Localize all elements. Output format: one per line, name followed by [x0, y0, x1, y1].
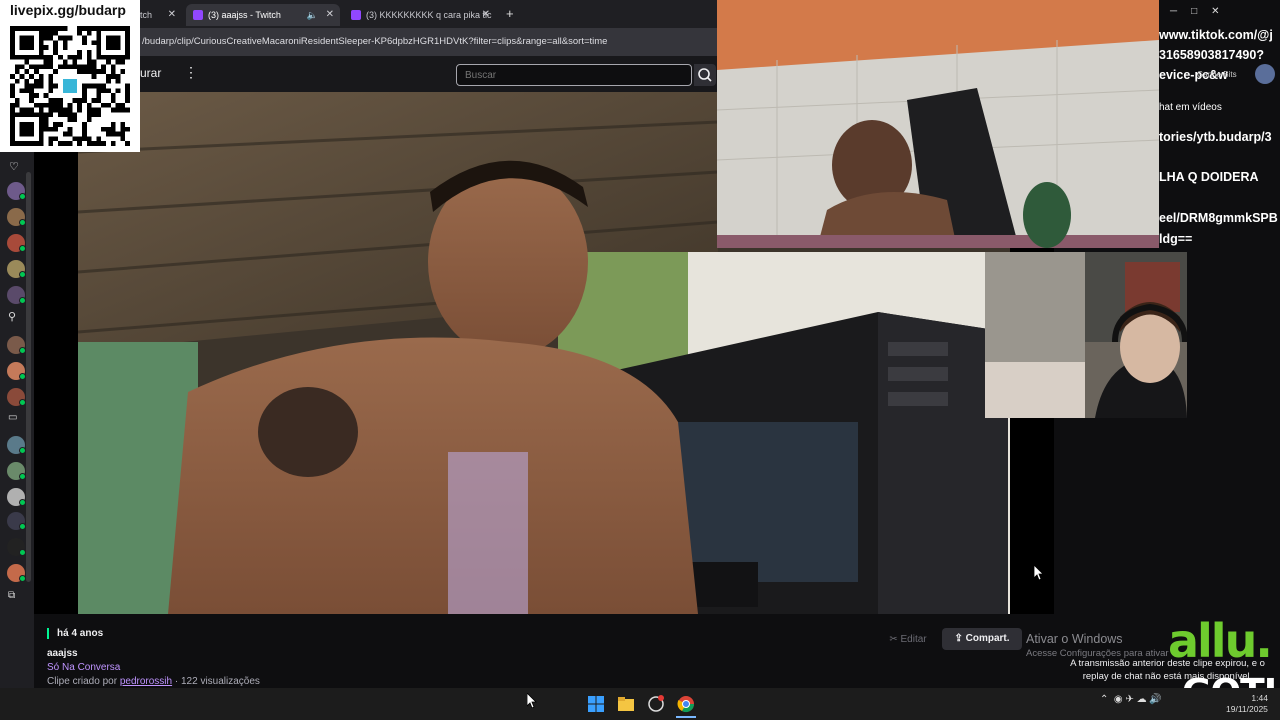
close-icon[interactable]: ✕	[168, 4, 176, 26]
live-indicator	[19, 219, 26, 226]
browser-tab-active[interactable]: (3) aaajss - Twitch 🔈 ✕	[186, 4, 340, 26]
qr-code-icon	[10, 26, 130, 146]
live-indicator	[19, 297, 26, 304]
streamer-webcam	[985, 252, 1187, 418]
close-icon[interactable]: ✕	[482, 4, 490, 26]
category-link[interactable]: Só Na Conversa	[47, 662, 120, 673]
tab-label: (3) aaajss - Twitch	[208, 10, 281, 20]
overlay-line: hat em vídeos	[1159, 102, 1222, 113]
scissors-icon: ✂	[889, 634, 901, 645]
search-icon	[698, 68, 712, 82]
speaker-icon[interactable]: 🔈	[307, 4, 318, 26]
share-icon: ⇪	[954, 633, 966, 644]
webcam-overlay-top	[717, 0, 1159, 248]
windows-taskbar	[0, 688, 1280, 720]
clip-creator-line: Clipe criado por pedrorossih · 122 visua…	[47, 676, 260, 687]
creator-link[interactable]: pedrorossih	[120, 676, 172, 687]
new-tab-button[interactable]: +	[506, 6, 514, 21]
overlay-line: tories/ytb.budarp/3	[1159, 130, 1272, 144]
clip-date: há 4 anos	[47, 628, 103, 639]
mouse-cursor-icon	[1034, 565, 1044, 580]
more-menu-icon[interactable]: ⋮	[184, 64, 198, 81]
window-controls[interactable]: ─□✕	[1170, 6, 1234, 17]
activate-windows-title: Ativar o Windows	[1026, 632, 1123, 646]
creator-prefix: Clipe criado por	[47, 676, 118, 687]
overlay-line: 31658903817490?	[1159, 48, 1264, 62]
view-count: · 122 visualizações	[174, 676, 260, 687]
share-button[interactable]: ⇪ Compart.	[942, 628, 1022, 650]
search-input[interactable]	[456, 64, 692, 86]
edit-button[interactable]: ✂ Editar	[880, 630, 936, 650]
chrome-icon[interactable]	[676, 694, 696, 714]
browser-tab[interactable]: tch ✕	[136, 4, 182, 26]
tab-label: tch	[140, 10, 153, 20]
close-icon[interactable]: ✕	[326, 4, 334, 26]
live-indicator	[19, 499, 26, 506]
bits-label[interactable]: Ganhe Bits	[1197, 70, 1237, 79]
taskbar-clock[interactable]: 1:44 19/11/2025	[1226, 693, 1268, 715]
allu-logo: allu.	[1168, 614, 1273, 668]
live-indicator	[19, 193, 26, 200]
avatar[interactable]	[1255, 64, 1275, 84]
channel-name[interactable]: aaajss	[47, 648, 78, 659]
live-indicator	[19, 549, 26, 556]
search-button[interactable]	[694, 64, 716, 86]
qr-label: livepix.gg/budarp	[10, 2, 126, 18]
live-indicator	[19, 575, 26, 582]
overlay-line: eel/DRM8gmmkSPB	[1159, 211, 1278, 225]
file-explorer-icon[interactable]	[616, 694, 636, 714]
add-friend-icon[interactable]: ⚲	[8, 310, 16, 323]
live-indicator	[19, 399, 26, 406]
live-indicator	[19, 473, 26, 480]
app-icon[interactable]	[646, 694, 666, 714]
stream-text-overlay: www.tiktok.com/@j 31658903817490? evice-…	[1159, 0, 1280, 252]
url-field[interactable]: /budarp/clip/CuriousCreativeMacaroniResi…	[142, 33, 712, 51]
heart-icon[interactable]: ♡	[9, 160, 19, 173]
windows-start-icon[interactable]	[586, 694, 606, 714]
browser-tab[interactable]: (3) KKKKKKKKK q cara pika tic ✕	[344, 4, 496, 26]
overlay-line: www.tiktok.com/@j	[1159, 28, 1273, 42]
live-indicator	[19, 523, 26, 530]
system-tray[interactable]: ⌃ ◉ ✈ ☁ 🔊	[1100, 694, 1180, 714]
mouse-cursor-icon	[527, 693, 537, 708]
live-indicator	[19, 245, 26, 252]
twitch-icon	[193, 10, 203, 20]
live-indicator	[19, 447, 26, 454]
overlay-line: ldg==	[1159, 232, 1193, 246]
tab-label: (3) KKKKKKKKK q cara pika tic	[366, 10, 492, 20]
video-icon[interactable]: ▭	[8, 412, 17, 423]
sidebar-scrollbar[interactable]	[26, 172, 31, 582]
active-app-indicator	[676, 716, 696, 718]
live-indicator	[19, 271, 26, 278]
twitch-icon	[351, 10, 361, 20]
copy-icon[interactable]: ⧉	[8, 590, 15, 601]
live-indicator	[19, 347, 26, 354]
browse-link[interactable]: urar	[140, 66, 161, 80]
live-indicator	[19, 373, 26, 380]
overlay-line: LHA Q DOIDERA	[1159, 170, 1259, 184]
